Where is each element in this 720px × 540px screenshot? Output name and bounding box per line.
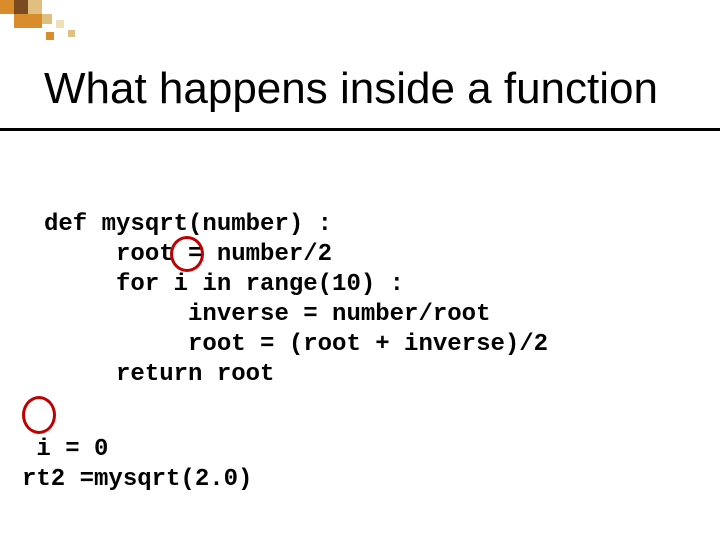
deco-square [68,30,75,37]
code-line: root = number/2 [44,241,332,268]
code-block-function: def mysqrt(number) : root = number/2 for… [44,180,548,390]
code-line: root = (root + inverse)/2 [44,331,548,358]
slide-title: What happens inside a function [44,64,658,114]
code-line: return root [44,361,274,388]
deco-square [14,14,28,28]
code-line: def mysqrt(number) : [44,211,332,238]
code-line: for i in range(10) : [44,271,404,298]
deco-square [0,0,14,14]
deco-square [14,0,28,14]
code-block-usage: i = 0 rt2 =mysqrt(2.0) [22,405,252,495]
corner-decoration [0,0,100,40]
slide: What happens inside a function def mysqr… [0,0,720,540]
deco-square [42,14,52,24]
deco-square [28,14,42,28]
title-underline [0,128,720,131]
code-line: inverse = number/root [44,301,490,328]
deco-square [46,32,54,40]
code-line: i = 0 [22,436,108,463]
deco-square [28,0,42,14]
code-line: rt2 =mysqrt(2.0) [22,466,252,493]
deco-square [56,20,64,28]
